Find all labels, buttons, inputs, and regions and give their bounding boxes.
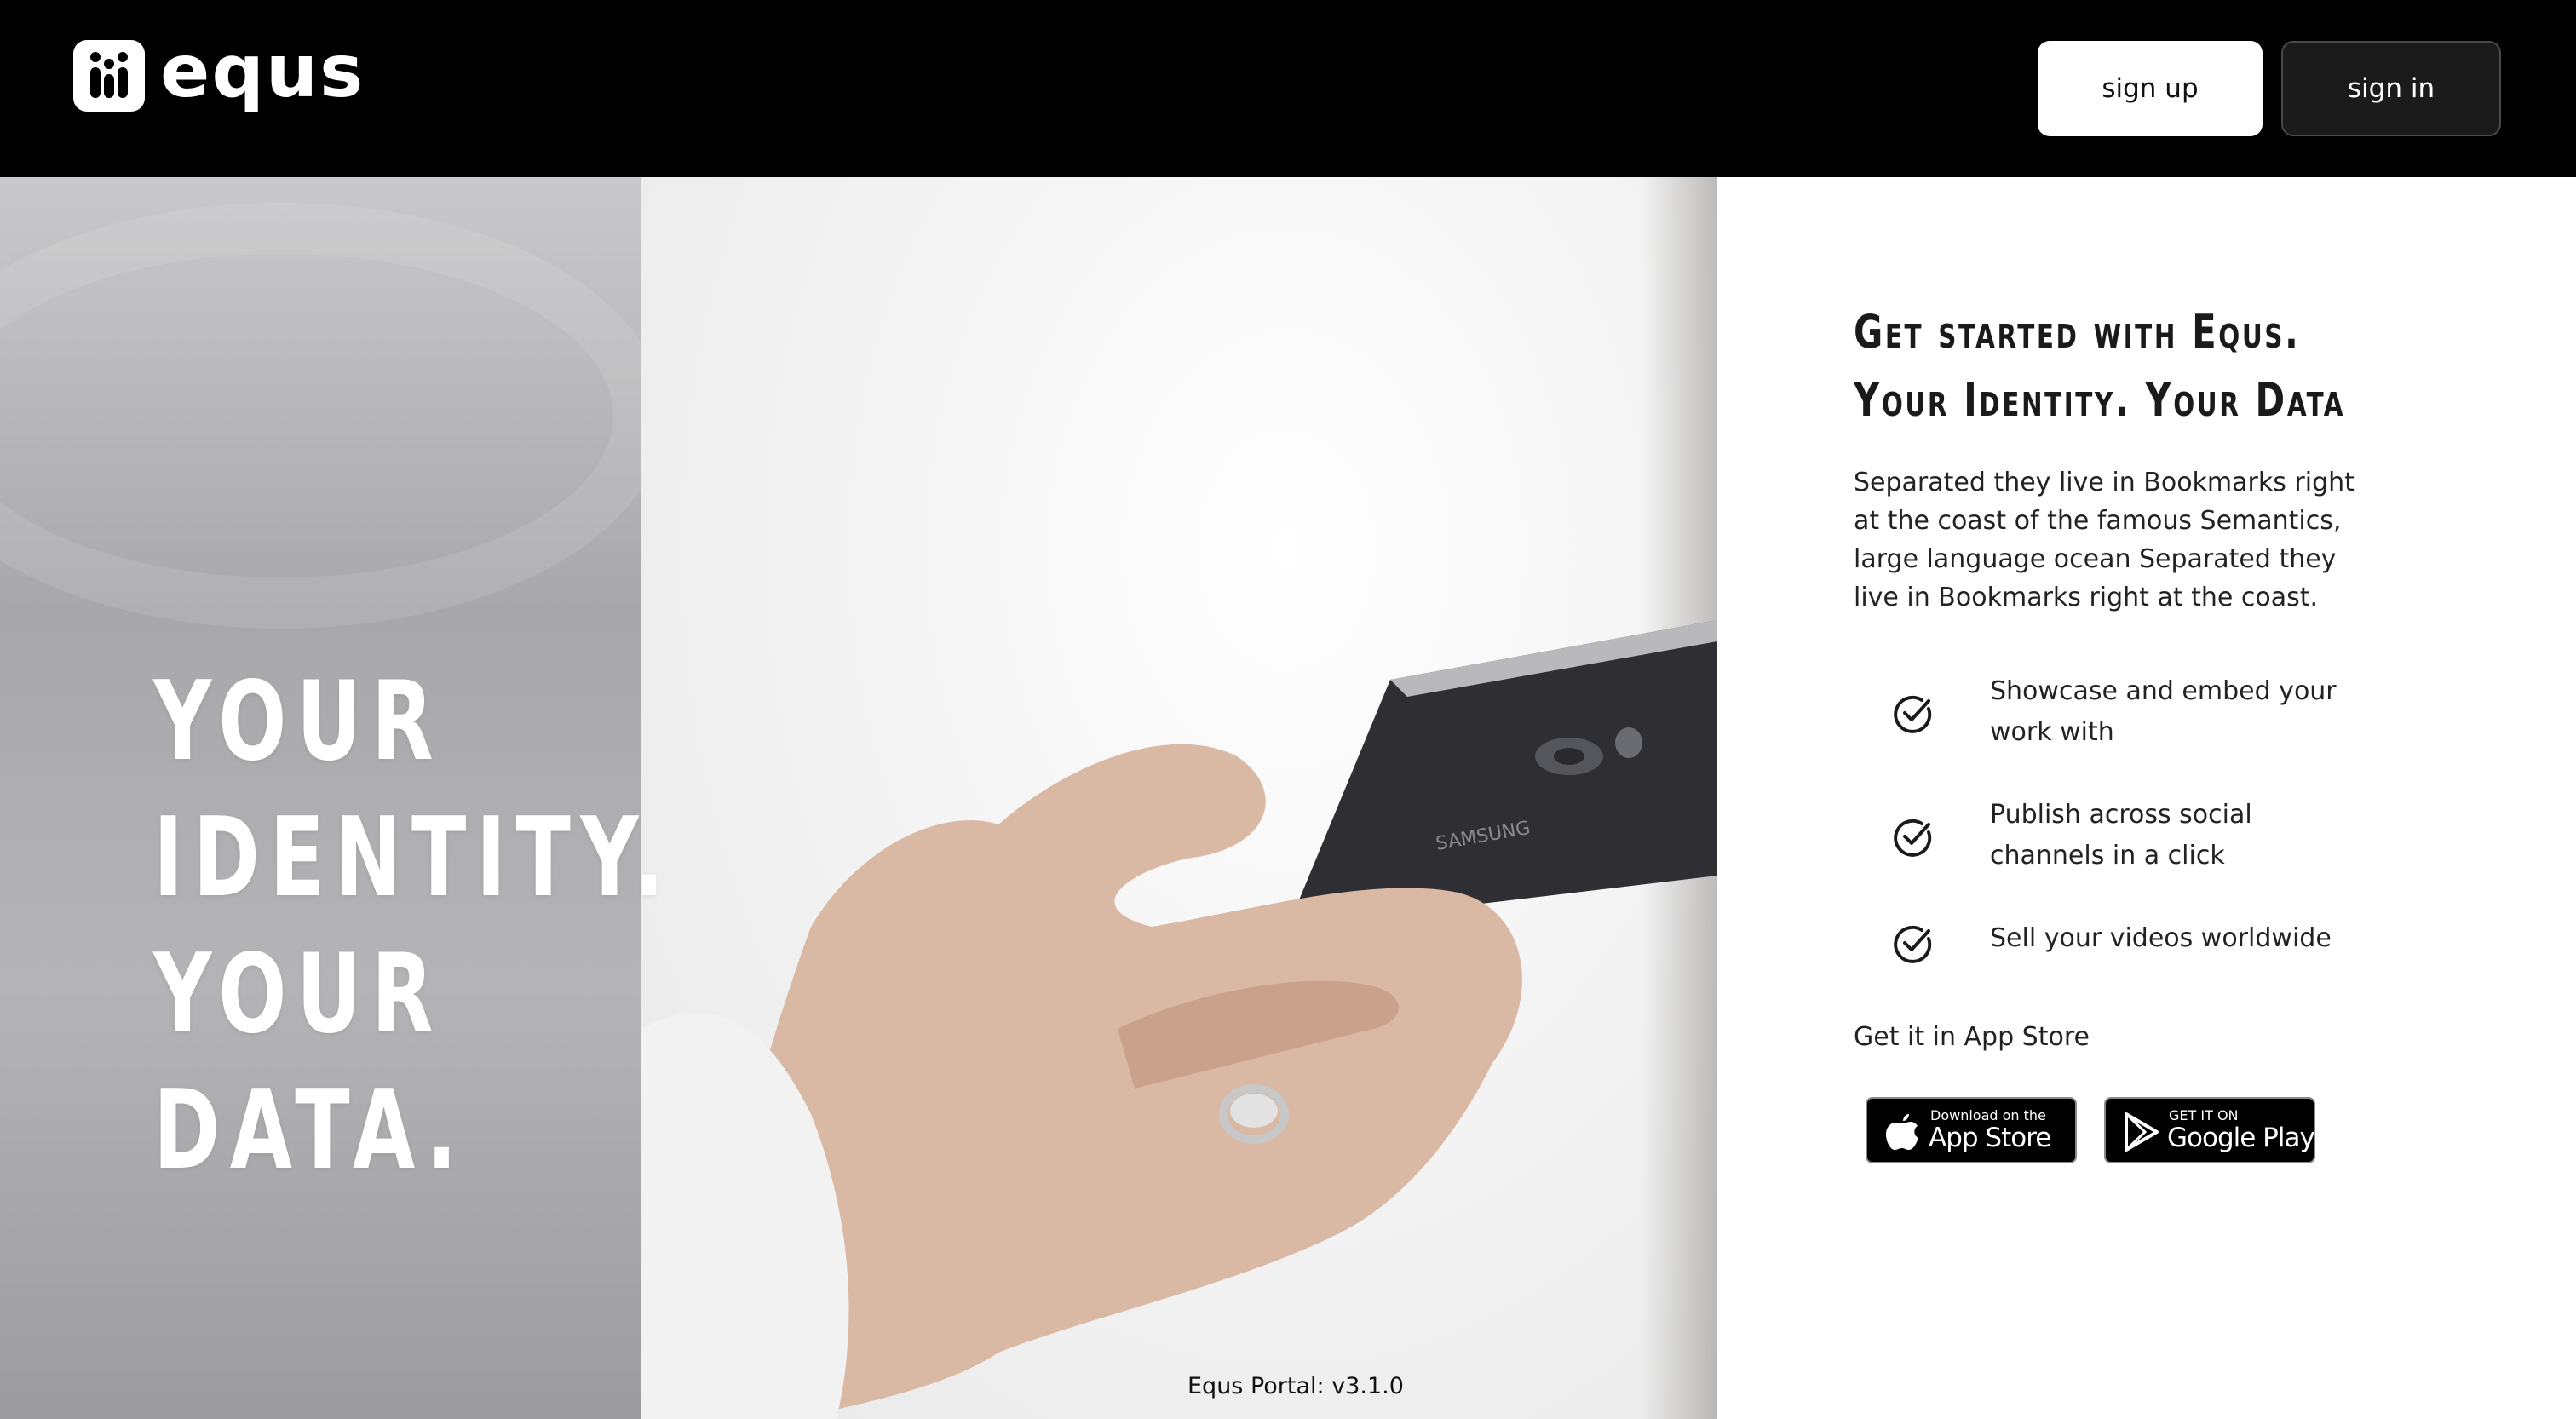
panel-description: Separated they live in Bookmarks right a…	[1854, 468, 2355, 612]
hero-image: SAMSUNG YOUR IDENTITY. YOUR DATA.	[0, 177, 1717, 1419]
app-store-small-text: Download on the	[1930, 1107, 2046, 1123]
logo-mark-icon	[73, 40, 145, 112]
hero-title-line: YOUR	[153, 931, 444, 1058]
version-label: Equs Portal: v3.1.0	[1187, 1373, 1404, 1399]
sign-up-button[interactable]: sign up	[2038, 41, 2263, 136]
brand-logo[interactable]: equs	[73, 29, 365, 114]
check-circle-icon	[1894, 925, 1932, 963]
app-store-label: Get it in App Store	[1854, 1022, 2090, 1052]
signup-info-panel: Get started with Equs. Your Identity. Yo…	[1717, 177, 2576, 1419]
google-play-badge[interactable]: GET IT ON Google Play	[2104, 1097, 2315, 1163]
check-circle-icon	[1894, 819, 1932, 857]
hero-title-line: YOUR	[153, 658, 444, 785]
play-icon	[2125, 1112, 2159, 1152]
app-store-badge[interactable]: Download on the App Store	[1866, 1097, 2077, 1163]
feature-text: Publish across social channels in a clic…	[1990, 800, 2252, 870]
google-play-big-text: Google Play	[2167, 1123, 2315, 1153]
hero-title-line: DATA.	[153, 1067, 467, 1194]
check-circle-icon	[1894, 695, 1932, 733]
hero-title: YOUR IDENTITY. YOUR DATA.	[153, 654, 675, 1199]
feature-item: Publish across social channels in a clic…	[1854, 795, 2399, 918]
hero-photo-hand-phone: SAMSUNG	[641, 177, 1717, 1419]
sign-in-button[interactable]: sign in	[2281, 41, 2501, 136]
hero-title-line: IDENTITY.	[153, 795, 675, 922]
apple-icon	[1886, 1114, 1918, 1150]
feature-text: Showcase and embed your work with	[1990, 676, 2337, 747]
panel-heading-line: Get started with Equs.	[1854, 305, 2301, 359]
app-store-big-text: App Store	[1929, 1123, 2051, 1153]
panel-heading-line: Your Identity. Your Data	[1854, 373, 2346, 427]
google-play-small-text: GET IT ON	[2169, 1107, 2239, 1123]
logo-wordmark: equs	[160, 29, 365, 114]
panel-heading: Get started with Equs. Your Identity. Yo…	[1854, 298, 2345, 434]
feature-text: Sell your videos worldwide	[1990, 923, 2332, 953]
feature-item: Showcase and embed your work with	[1854, 671, 2399, 795]
top-bar: equs sign up sign in	[0, 0, 2576, 177]
feature-list: Showcase and embed your work with Publis…	[1854, 671, 2399, 1042]
phone-illustration: SAMSUNG	[641, 620, 1717, 1419]
